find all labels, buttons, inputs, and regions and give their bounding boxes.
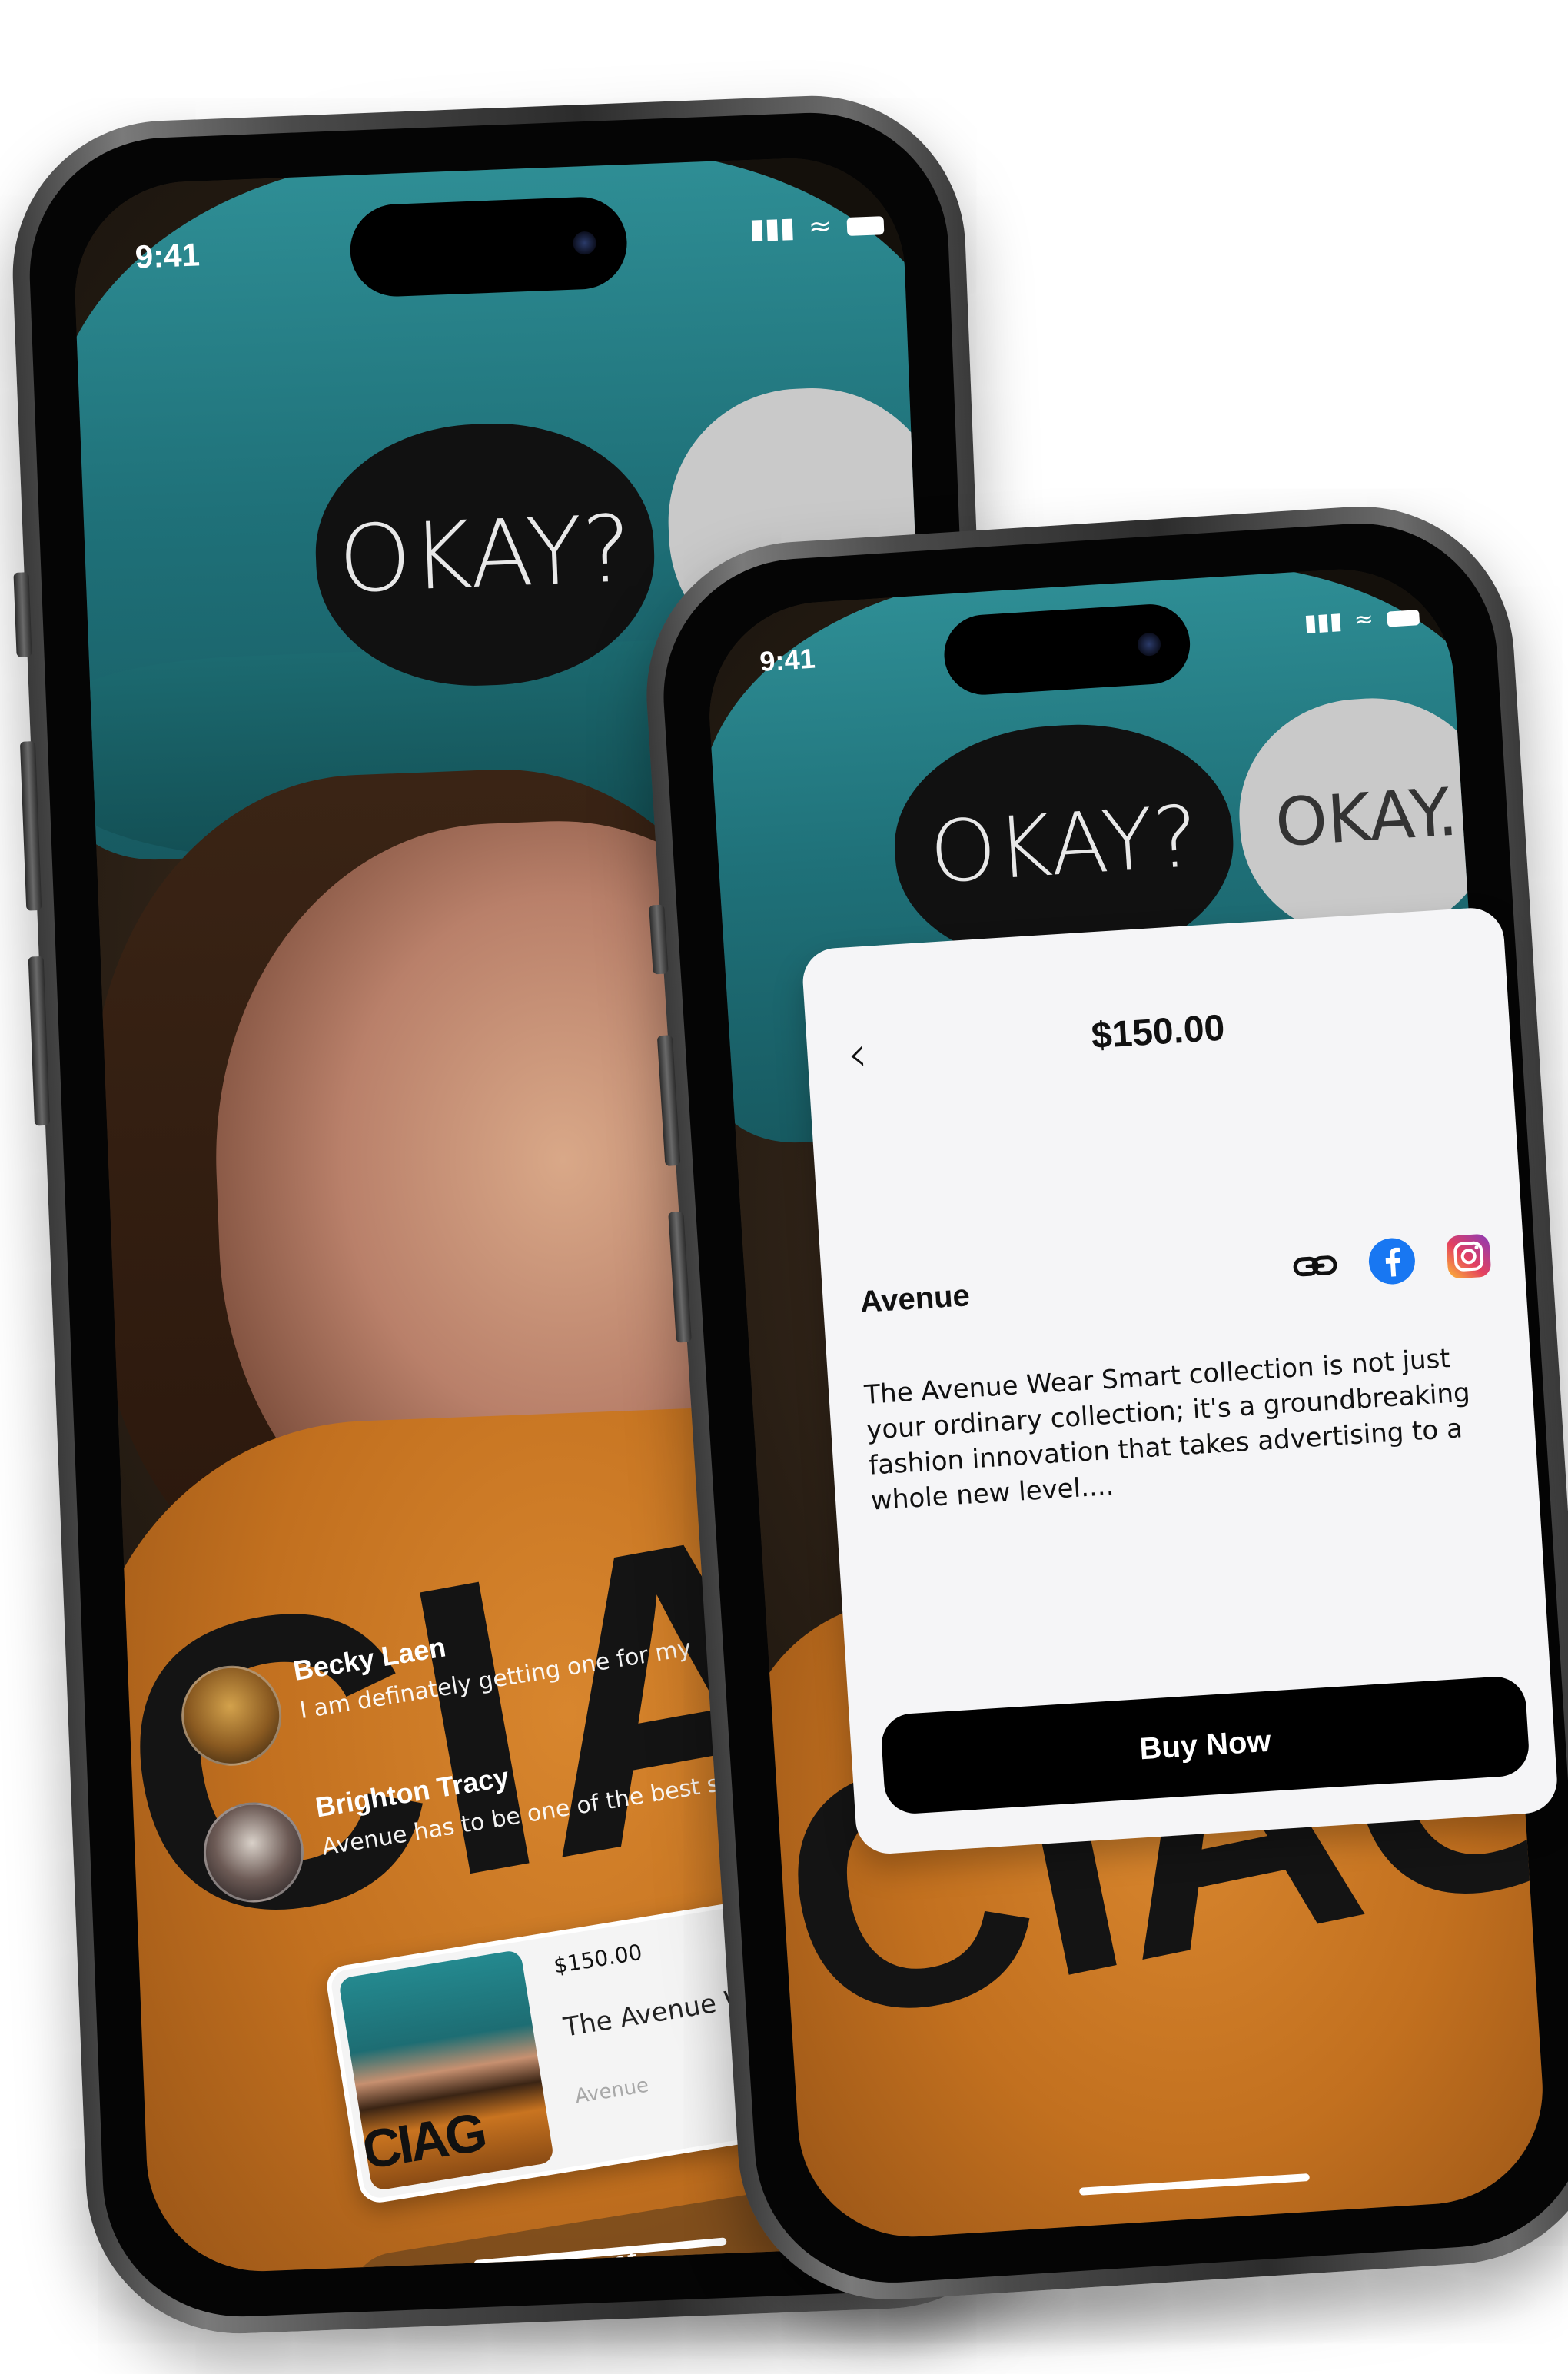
battery-icon	[846, 216, 884, 237]
phone-left-volume-up	[19, 741, 42, 911]
wifi-icon: ≈	[808, 210, 832, 243]
signal-icon: ▮▮▮	[749, 211, 796, 245]
avatar[interactable]	[196, 1794, 311, 1910]
phone-left-silent-switch	[13, 572, 32, 657]
wifi-icon: ≈	[1353, 605, 1374, 634]
product-detail-sheet: ‹ $150.00 Avenue The Avenue Wear Smart c…	[801, 906, 1560, 1856]
signal-icon: ▮▮▮	[1303, 607, 1344, 637]
instagram-icon[interactable]	[1443, 1230, 1495, 1282]
dynamic-island	[348, 195, 629, 298]
status-time: 9:41	[134, 236, 201, 275]
sheet-brand: Avenue	[859, 1278, 972, 1320]
status-icons: ▮▮▮ ≈	[749, 208, 884, 245]
battery-icon	[1386, 609, 1420, 627]
product-description: The Avenue Wear Smart collection is not …	[863, 1343, 1471, 1517]
facebook-icon[interactable]	[1366, 1235, 1418, 1288]
camera-icon	[572, 231, 597, 255]
dynamic-island	[942, 601, 1193, 697]
phone-left-volume-down	[28, 956, 51, 1126]
phone-right-silent-switch	[649, 904, 669, 975]
product-thumbnail: CIAG	[337, 1949, 555, 2192]
status-time: 9:41	[759, 642, 816, 677]
avatar[interactable]	[174, 1658, 289, 1774]
camera-icon	[1137, 632, 1162, 657]
buy-now-button[interactable]: Buy Now	[879, 1674, 1531, 1816]
product-brand: Avenue	[573, 2073, 651, 2109]
link-icon[interactable]	[1289, 1240, 1341, 1292]
sheet-price: $150.00	[1090, 1007, 1226, 1057]
product-price: $150.00	[552, 1939, 644, 1979]
